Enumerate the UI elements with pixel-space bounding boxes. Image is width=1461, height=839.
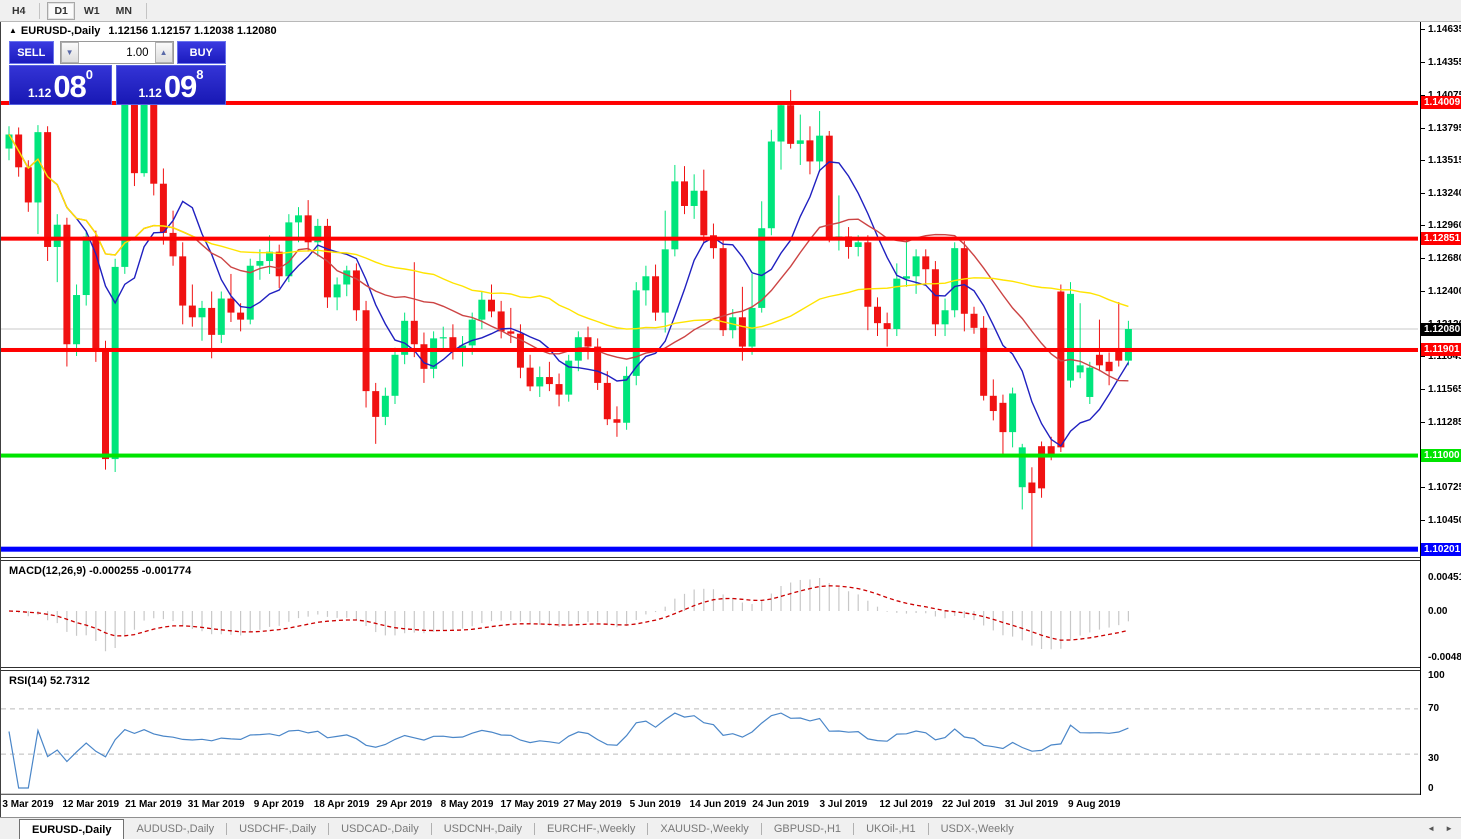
sell-button[interactable]: SELL	[9, 41, 54, 64]
price-chart-canvas[interactable]	[1, 22, 1420, 795]
date-axis-label: 31 Jul 2019	[1005, 799, 1058, 810]
chart-title: ▲ EURUSD-,Daily 1.12156 1.12157 1.12038 1.…	[9, 25, 277, 37]
chart-ohlc-values: 1.12156 1.12157 1.12038 1.12080	[108, 25, 276, 37]
volume-increase-icon[interactable]: ▲	[155, 42, 173, 63]
chart-window: ▲ EURUSD-,Daily 1.12156 1.12157 1.12038 1.…	[0, 22, 1461, 817]
chart-tab[interactable]: UKOil-,H1	[854, 819, 928, 839]
date-axis-label: 9 Apr 2019	[254, 799, 304, 810]
trading-terminal: H4 D1 W1 MN ▲ EURUSD-,Daily 1.12156 1.1215…	[0, 0, 1461, 839]
date-axis-label: 5 Jun 2019	[630, 799, 681, 810]
date-axis-label: 17 May 2019	[501, 799, 559, 810]
price-tick-label: 1.12680	[1421, 252, 1461, 265]
date-axis-label: 3 Jul 2019	[819, 799, 867, 810]
chart-tab[interactable]: GBPUSD-,H1	[762, 819, 853, 839]
tab-scroll-controls: ◄►	[1427, 824, 1453, 833]
toolbar-separator	[39, 3, 40, 19]
sell-price-pip: 0	[86, 68, 93, 81]
price-tick-label: 1.14635	[1421, 23, 1461, 36]
date-axis-label: 12 Jul 2019	[879, 799, 932, 810]
date-axis-label: 29 Apr 2019	[376, 799, 432, 810]
price-tick-label: 1.13795	[1421, 122, 1461, 135]
sell-price-prefix: 1.12	[28, 85, 51, 101]
level-price-label: 1.12851	[1421, 232, 1461, 245]
date-axis-label: 21 Mar 2019	[125, 799, 182, 810]
date-axis-label: 3 Mar 2019	[2, 799, 53, 810]
current-price-label: 1.12080	[1421, 323, 1461, 336]
buy-button[interactable]: BUY	[177, 41, 226, 64]
price-tick-label: 1.13240	[1421, 187, 1461, 200]
rsi-axis-label: 30	[1421, 752, 1439, 765]
price-tick-label: 1.11285	[1421, 416, 1461, 429]
chart-tab[interactable]: EURCHF-,Weekly	[535, 819, 647, 839]
price-tick-label: 1.12400	[1421, 285, 1461, 298]
date-axis-label: 8 May 2019	[441, 799, 494, 810]
timeframe-toolbar: H4 D1 W1 MN	[0, 0, 1461, 22]
tab-scroll-right-icon[interactable]: ►	[1445, 824, 1453, 833]
date-axis-label: 22 Jul 2019	[942, 799, 995, 810]
volume-stepper: ▼ ▲	[60, 41, 174, 64]
price-tick-label: 1.10450	[1421, 514, 1461, 527]
level-price-label: 1.14009	[1421, 96, 1461, 109]
buy-price-pip: 8	[196, 68, 203, 81]
chart-tab[interactable]: USDCNH-,Daily	[432, 819, 534, 839]
symbol-marker-icon: ▲	[9, 26, 17, 35]
sell-price-big: 08	[53, 73, 85, 101]
rsi-axis-label: 100	[1421, 669, 1445, 682]
date-axis-label: 18 Apr 2019	[314, 799, 370, 810]
price-tick-label: 1.13515	[1421, 154, 1461, 167]
price-tick-label: 1.14355	[1421, 56, 1461, 69]
buy-price-prefix: 1.12	[138, 85, 161, 101]
price-axis: 1.146351.143551.140751.137951.135151.132…	[1420, 22, 1461, 795]
date-axis-label: 14 Jun 2019	[690, 799, 747, 810]
date-axis: 3 Mar 2019 12 Mar 2019 21 Mar 2019 31 Mar 2…	[1, 795, 1420, 815]
tab-scroll-left-icon[interactable]: ◄	[1427, 824, 1435, 833]
buy-price-big: 09	[164, 73, 196, 101]
chart-tab[interactable]: USDX-,Weekly	[929, 819, 1026, 839]
date-axis-label: 27 May 2019	[563, 799, 621, 810]
price-tick-label: 1.10725	[1421, 481, 1461, 494]
date-axis-label: 24 Jun 2019	[752, 799, 809, 810]
volume-decrease-icon[interactable]: ▼	[61, 42, 79, 63]
chart-symbol-label: EURUSD-,Daily	[21, 25, 100, 37]
rsi-axis-label: 0	[1421, 782, 1434, 795]
toolbar-group-separator	[146, 3, 147, 19]
chart-tab-active[interactable]: EURUSD-,Daily	[19, 819, 124, 839]
rsi-indicator-label: RSI(14) 52.7312	[9, 675, 90, 687]
chart-tab[interactable]: XAUUSD-,Weekly	[648, 819, 760, 839]
level-price-label: 1.10201	[1421, 543, 1461, 556]
timeframe-h4-button[interactable]: H4	[5, 2, 32, 20]
chart-tab[interactable]: USDCAD-,Daily	[329, 819, 431, 839]
one-click-trading-panel: SELL ▼ ▲ BUY 1.12 08 0 1.12 09 8	[9, 41, 226, 105]
macd-axis-label: -0.004806	[1421, 651, 1461, 664]
timeframe-d1-button[interactable]: D1	[47, 2, 74, 20]
chart-tab[interactable]: USDCHF-,Daily	[227, 819, 328, 839]
macd-axis-label: 0.00	[1421, 605, 1447, 618]
macd-indicator-label: MACD(12,26,9) -0.000255 -0.001774	[9, 565, 191, 577]
sell-price-panel[interactable]: 1.12 08 0	[9, 65, 112, 105]
date-axis-label: 31 Mar 2019	[188, 799, 245, 810]
buy-price-panel[interactable]: 1.12 09 8	[116, 65, 226, 105]
rsi-axis-label: 70	[1421, 702, 1439, 715]
level-price-label: 1.11000	[1421, 449, 1461, 462]
date-axis-label: 12 Mar 2019	[62, 799, 119, 810]
volume-input[interactable]	[79, 42, 155, 63]
timeframe-w1-button[interactable]: W1	[77, 2, 107, 20]
macd-axis-label: 0.004517	[1421, 571, 1461, 584]
price-tick-label: 1.12960	[1421, 219, 1461, 232]
chart-tab[interactable]: AUDUSD-,Daily	[124, 819, 226, 839]
price-tick-label: 1.11565	[1421, 383, 1461, 396]
level-price-label: 1.11901	[1421, 343, 1461, 356]
timeframe-mn-button[interactable]: MN	[109, 2, 139, 20]
date-axis-label: 9 Aug 2019	[1068, 799, 1120, 810]
chart-tab-bar: EURUSD-,DailyAUDUSD-,DailyUSDCHF-,DailyU…	[0, 817, 1461, 839]
